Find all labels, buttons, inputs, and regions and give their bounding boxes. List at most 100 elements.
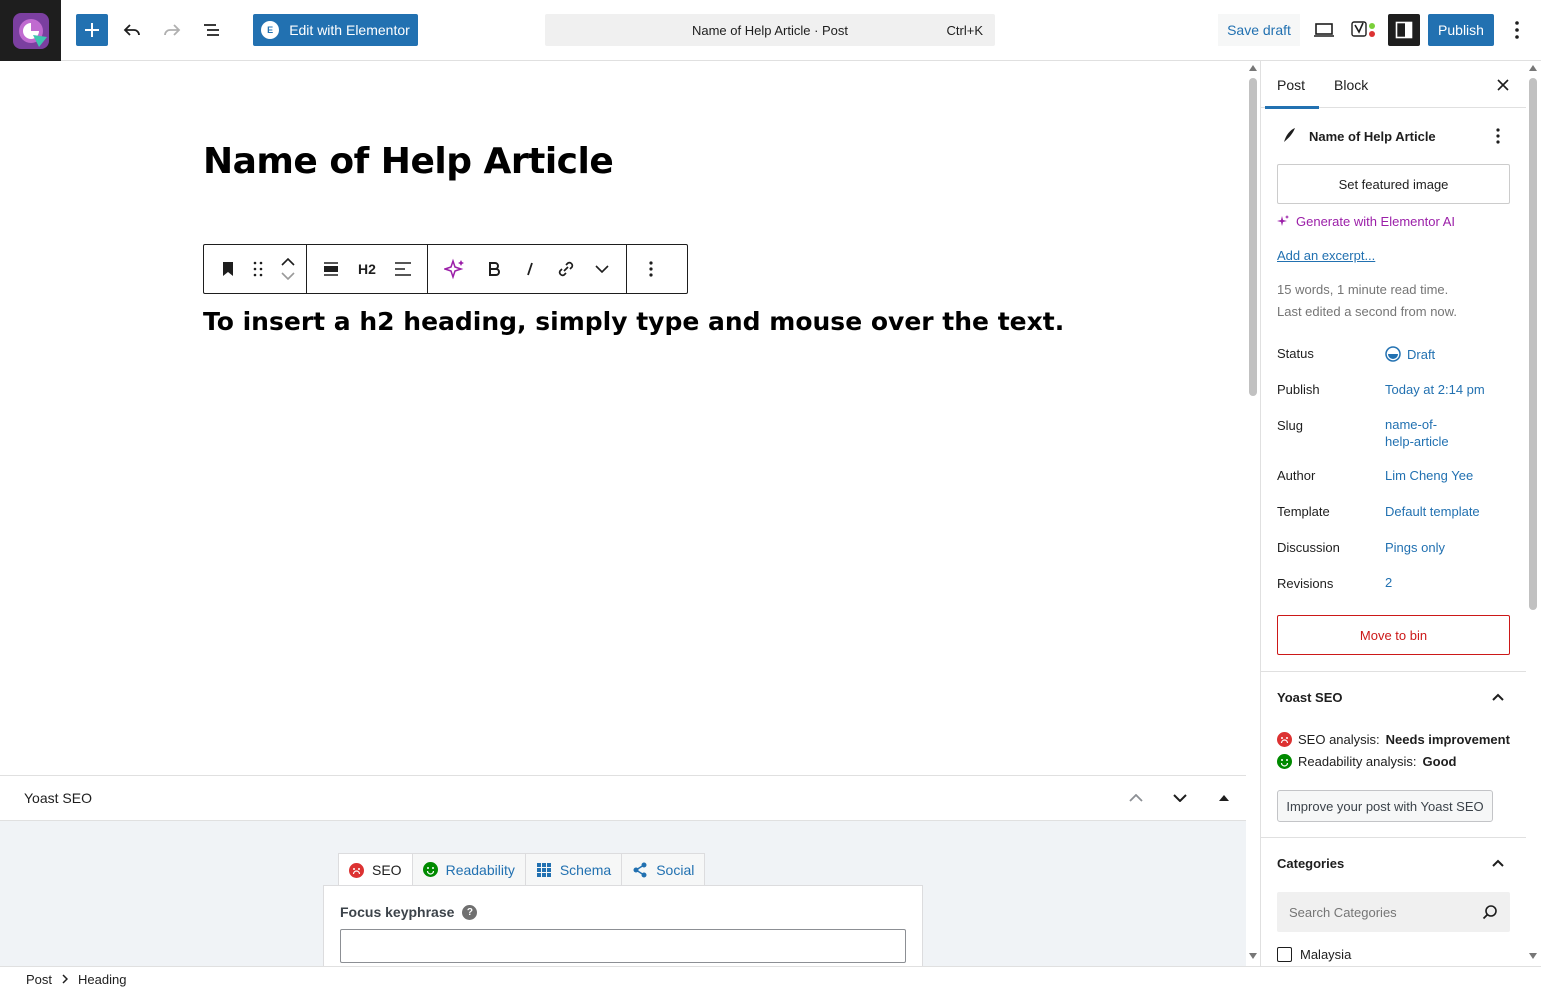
redo-button[interactable] [156,14,188,46]
tab-seo-label: SEO [372,862,402,878]
edit-with-elementor-button[interactable]: E Edit with Elementor [253,14,418,46]
collapse-triangle-icon[interactable] [1219,795,1229,801]
settings-sidebar-toggle[interactable] [1388,14,1420,46]
add-excerpt-link[interactable]: Add an excerpt... [1277,248,1375,263]
block-toolbar-group-options [627,245,675,293]
heading-level-button[interactable]: H2 [349,245,385,293]
publish-label: Publish [1277,382,1320,397]
scroll-down-arrow-icon[interactable] [1529,953,1537,959]
align-button[interactable] [313,245,349,293]
smiley-face-icon [422,862,438,877]
document-overview-button[interactable] [196,14,228,46]
scroll-up-arrow-icon[interactable] [1249,65,1257,71]
word-count-text: 15 words, 1 minute read time. [1277,282,1449,297]
discussion-value[interactable]: Pings only [1385,540,1445,555]
tab-schema[interactable]: Schema [524,853,623,885]
slug-label: Slug [1277,418,1304,433]
chevron-up-icon[interactable] [1490,690,1506,706]
elementor-icon: E [261,21,280,39]
categories-panel-title[interactable]: Categories [1277,856,1344,871]
tab-block[interactable]: Block [1334,61,1368,108]
command-palette-bar[interactable]: Name of Help Article · Post Ctrl+K [545,14,995,46]
editor-scrollbar[interactable] [1246,61,1260,966]
yoast-metabox-body: SEO Readability Schema Social Focus keyp… [0,821,1246,975]
more-formats-button[interactable] [584,245,620,293]
set-featured-image-button[interactable]: Set featured image [1277,164,1510,204]
help-icon[interactable]: ? [462,904,478,920]
document-title: Name of Help Article · Post [691,22,849,38]
chevron-down-icon[interactable] [281,272,295,280]
sad-face-icon [349,862,364,878]
sparkle-icon [444,258,464,280]
improve-with-yoast-button[interactable]: Improve your post with Yoast SEO [1277,790,1493,822]
options-menu-button[interactable] [1502,14,1532,46]
edit-with-elementor-label: Edit with Elementor [289,22,410,38]
close-icon [1497,79,1509,91]
breadcrumb-item-heading[interactable]: Heading [78,972,126,987]
breadcrumb-item-post[interactable]: Post [26,972,52,987]
move-to-bin-button[interactable]: Move to bin [1277,615,1510,655]
bold-icon [489,262,500,276]
block-type-button[interactable] [210,245,246,293]
undo-button[interactable] [116,14,148,46]
search-categories-input[interactable]: Search Categories [1277,892,1510,932]
yoast-metabox-header[interactable]: Yoast SEO [0,775,1246,821]
search-icon [1482,905,1497,920]
post-feather-icon [1284,128,1295,142]
slug-value-line1[interactable]: name-of- [1385,417,1437,432]
ai-button[interactable] [434,245,476,293]
tab-social-label: Social [656,861,695,878]
italic-icon [527,262,533,276]
chevron-down-icon[interactable] [1173,794,1187,802]
italic-button[interactable] [512,245,548,293]
link-button[interactable] [548,245,584,293]
sad-face-icon [1277,732,1292,747]
category-checkbox[interactable] [1277,947,1292,962]
generate-elementor-ai-link[interactable]: Generate with Elementor AI [1277,214,1455,229]
heading-block[interactable]: To insert a h2 heading, simply type and … [203,307,1064,336]
drag-handle-icon [253,261,263,277]
sidebar-scrollbar[interactable] [1526,61,1541,966]
status-value[interactable]: Draft [1385,346,1435,362]
readability-analysis-row: Readability analysis: Good [1277,754,1456,769]
more-vertical-icon[interactable] [1496,128,1500,144]
status-label: Status [1277,346,1314,361]
drag-handle[interactable] [246,245,270,293]
yoast-tabs: SEO Readability Schema Social [338,853,706,886]
tab-seo[interactable]: SEO [338,853,413,886]
tab-social[interactable]: Social [621,853,706,885]
post-title[interactable]: Name of Help Article [203,141,614,182]
scroll-up-arrow-icon[interactable] [1529,65,1537,71]
chevron-up-icon[interactable] [1490,856,1506,872]
site-logo[interactable] [0,0,61,61]
scroll-down-arrow-icon[interactable] [1249,953,1257,959]
more-vertical-icon [649,261,653,277]
add-block-button[interactable] [76,14,108,46]
publish-date-value[interactable]: Today at 2:14 pm [1385,382,1485,397]
scrollbar-thumb[interactable] [1529,78,1537,610]
move-up-down[interactable] [270,245,306,293]
revisions-value[interactable]: 2 [1385,575,1392,590]
tab-post[interactable]: Post [1264,61,1320,109]
template-value[interactable]: Default template [1385,504,1480,519]
chevron-up-icon[interactable] [281,258,295,266]
bookmark-icon [223,262,233,276]
close-sidebar-button[interactable] [1493,75,1513,95]
text-align-button[interactable] [385,245,421,293]
bold-button[interactable] [476,245,512,293]
seo-analysis-label: SEO analysis: [1298,732,1380,747]
scrollbar-thumb[interactable] [1249,78,1257,396]
tab-readability[interactable]: Readability [411,853,526,885]
block-options-button[interactable] [633,245,669,293]
focus-keyphrase-input[interactable] [340,929,906,963]
publish-button[interactable]: Publish [1428,14,1494,46]
author-value[interactable]: Lim Cheng Yee [1385,468,1473,483]
save-draft-button[interactable]: Save draft [1218,14,1300,46]
chevron-up-icon[interactable] [1129,794,1143,802]
slug-value-line2[interactable]: help-article [1385,434,1449,449]
category-item[interactable]: Malaysia [1277,947,1351,962]
yoast-toolbar-button[interactable] [1348,14,1380,46]
preview-button[interactable] [1308,14,1340,46]
yoast-panel-title[interactable]: Yoast SEO [1277,690,1343,705]
block-toolbar-group-mover [204,245,307,293]
